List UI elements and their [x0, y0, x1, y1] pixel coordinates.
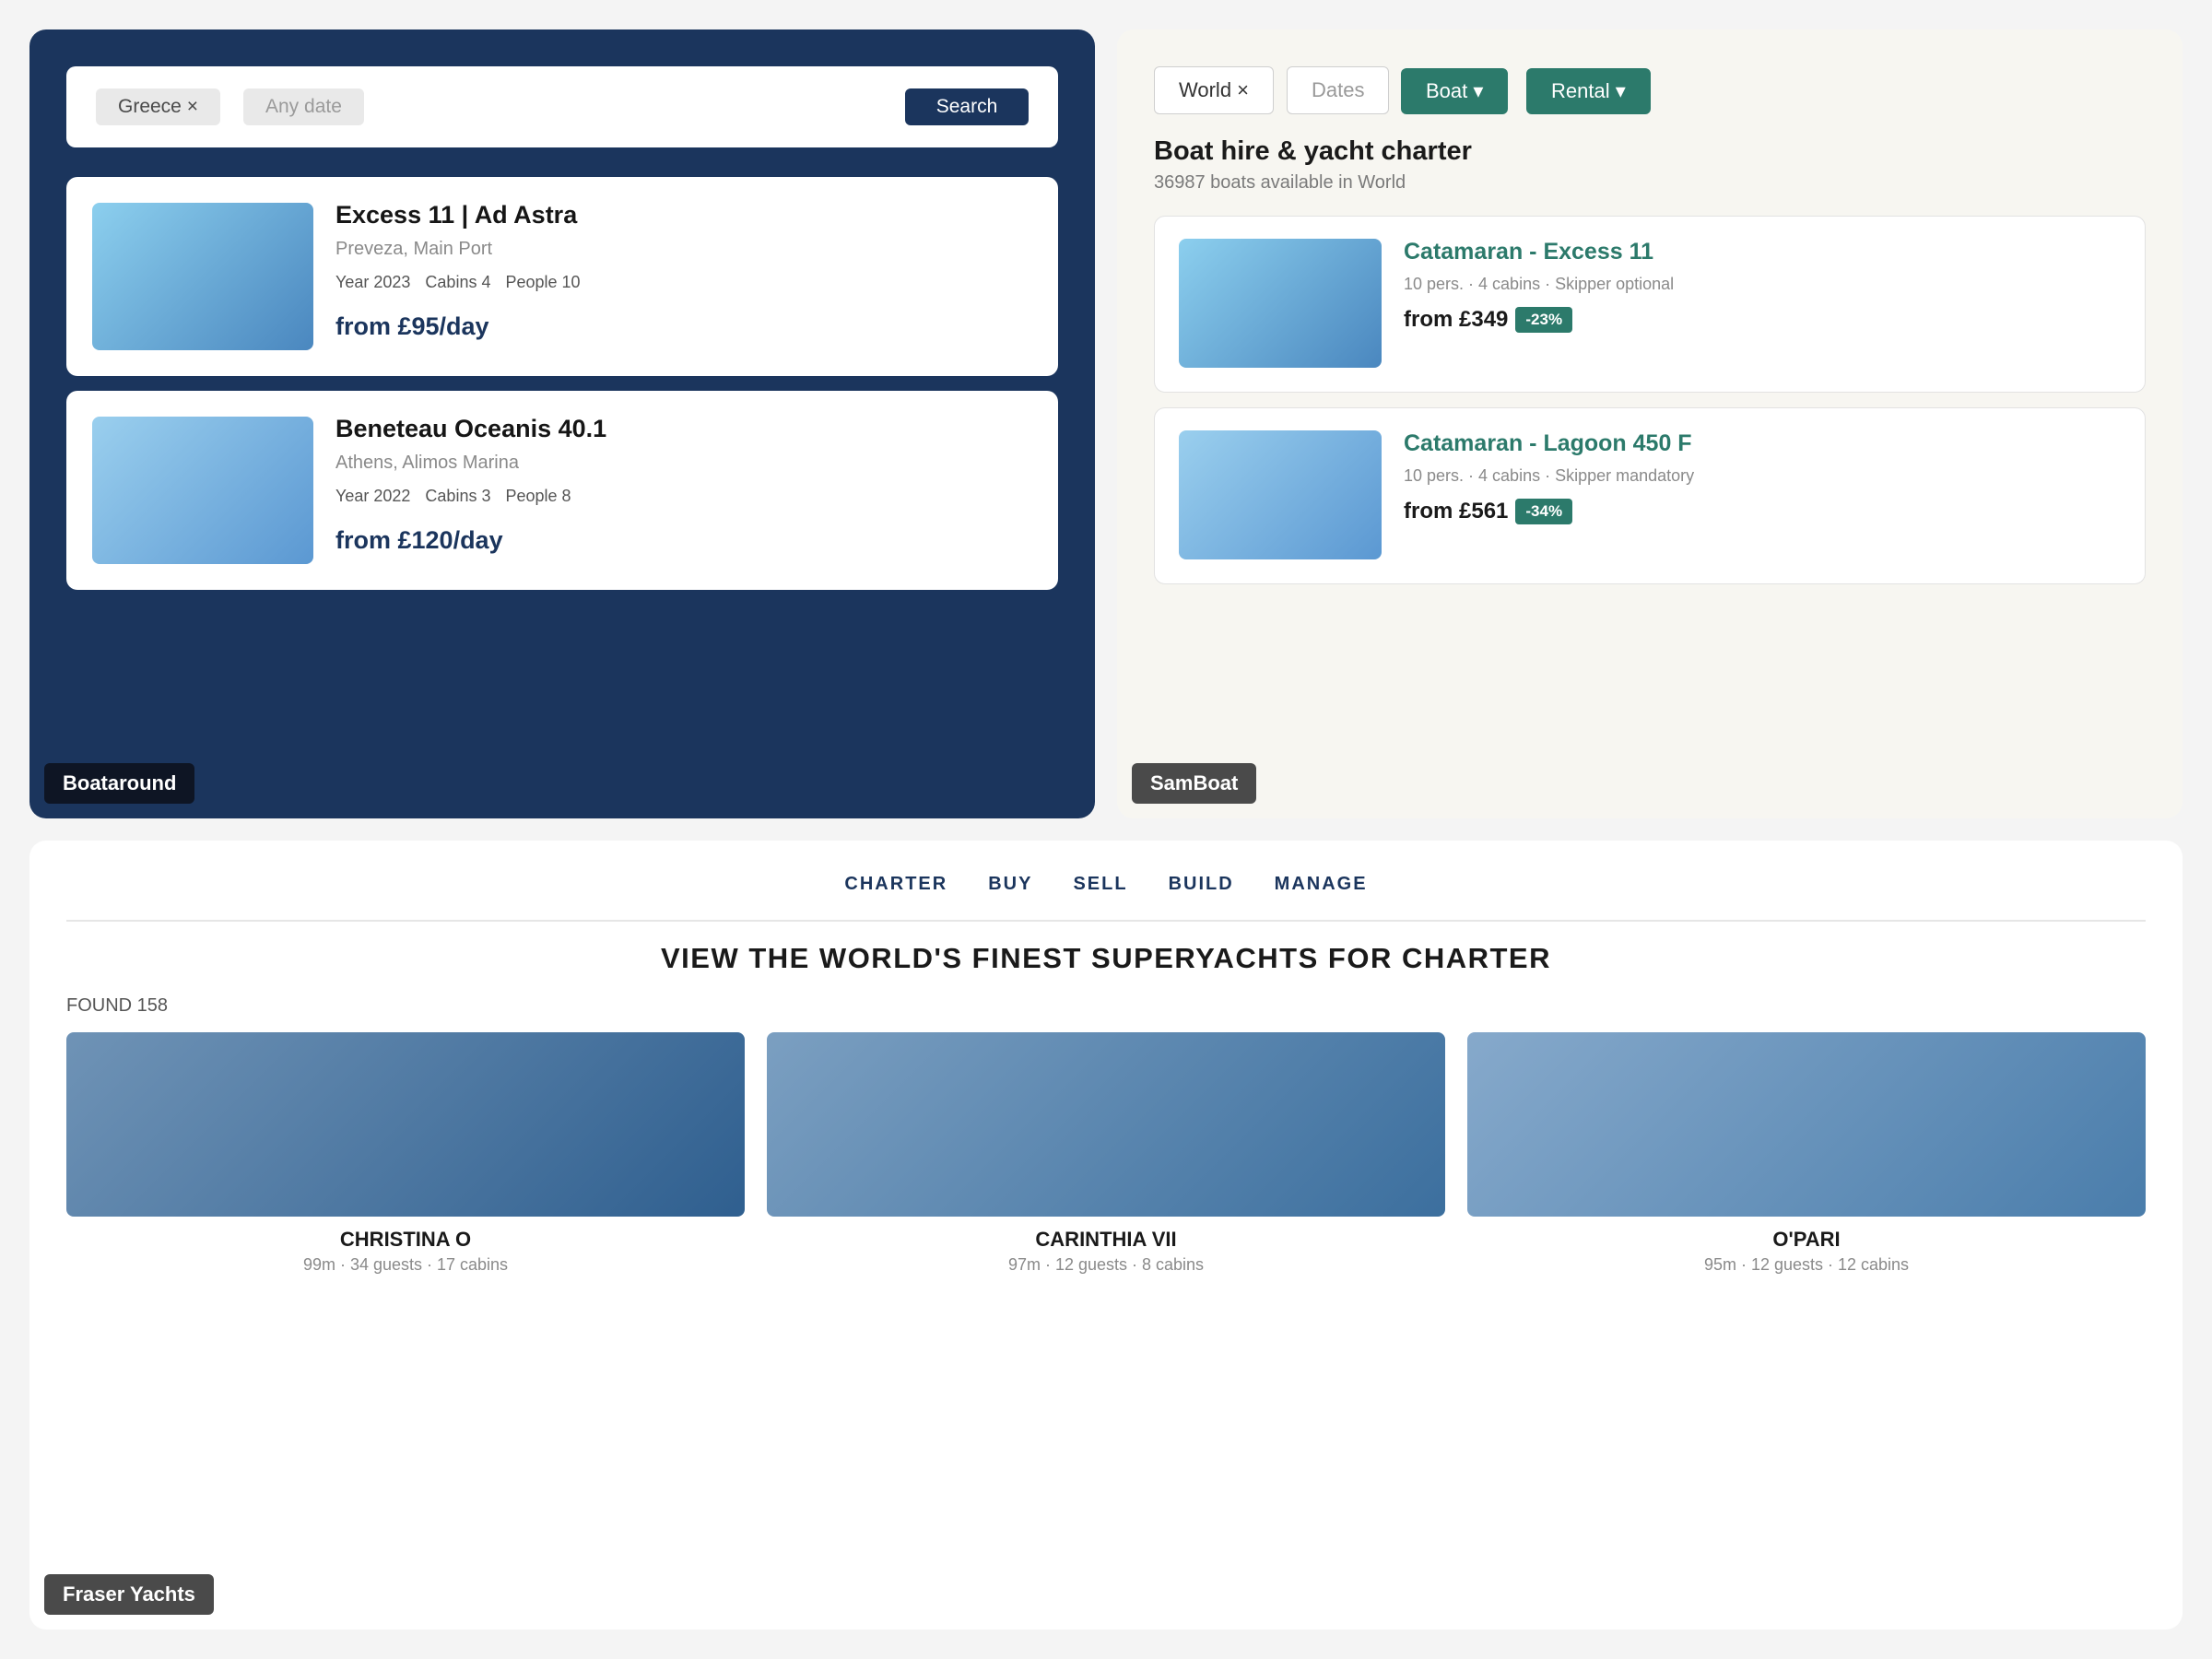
listing-title[interactable]: Catamaran - Lagoon 450 F — [1404, 430, 1694, 457]
main-nav: CHARTER BUY SELL BUILD MANAGE — [29, 874, 2183, 895]
page-title: VIEW THE WORLD'S FINEST SUPERYACHTS FOR … — [660, 942, 1551, 974]
spec-cabins: Cabins 4 — [425, 273, 491, 291]
brand-label: Boataround — [44, 763, 195, 804]
yacht-meta: 95m · 12 guests · 12 cabins — [1703, 1255, 1910, 1274]
listing-location: Preveza, Main Port — [335, 239, 493, 259]
date-field[interactable]: Any date — [243, 88, 364, 125]
brand-label: SamBoat — [1132, 763, 1257, 804]
listing-card[interactable]: Catamaran - Excess 11 10 pers. · 4 cabin… — [1154, 216, 2146, 393]
discount-badge: -34% — [1515, 499, 1573, 524]
spec-people: People 8 — [505, 487, 571, 505]
listing-meta: 10 pers. · 4 cabins · Skipper mandatory — [1404, 466, 1695, 485]
location-filter[interactable]: World × — [1154, 66, 1275, 114]
divider — [66, 920, 2146, 922]
rental-type-dropdown[interactable]: Rental ▾ — [1526, 68, 1651, 114]
yacht-card[interactable]: O'PARI 95m · 12 guests · 12 cabins — [1467, 1032, 2146, 1275]
listing-specs: Year 2023 Cabins 4 People 10 — [335, 273, 595, 292]
yacht-photo[interactable] — [66, 1032, 745, 1217]
listing-card[interactable]: Excess 11 | Ad Astra Preveza, Main Port … — [66, 177, 1058, 376]
boat-type-dropdown[interactable]: Boat ▾ — [1401, 68, 1509, 114]
listing-card[interactable]: Catamaran - Lagoon 450 F 10 pers. · 4 ca… — [1154, 407, 2146, 584]
spec-cabins: Cabins 3 — [425, 487, 491, 505]
boat-photo[interactable] — [1179, 430, 1382, 559]
listing-price: from £120/day — [335, 526, 503, 554]
yacht-name[interactable]: O'PARI — [1467, 1228, 2146, 1252]
boat-photo[interactable] — [92, 417, 313, 564]
listing-title[interactable]: Catamaran - Excess 11 — [1404, 239, 1674, 265]
listing-title[interactable]: Excess 11 | Ad Astra — [335, 201, 595, 229]
listing-price: from £561 — [1404, 499, 1509, 524]
listing-location: Athens, Alimos Marina — [335, 453, 519, 473]
nav-sell[interactable]: SELL — [1073, 874, 1127, 894]
location-chip[interactable]: Greece × — [96, 88, 220, 125]
yacht-photo[interactable] — [767, 1032, 1445, 1217]
listing-title[interactable]: Beneteau Oceanis 40.1 — [335, 415, 606, 443]
listing-price: from £349 — [1404, 307, 1509, 332]
search-button[interactable]: Search — [905, 88, 1029, 125]
listing-price: from £95/day — [335, 312, 489, 340]
nav-charter[interactable]: CHARTER — [844, 874, 947, 894]
spec-people: People 10 — [505, 273, 581, 291]
fraser-panel: CHARTER BUY SELL BUILD MANAGE VIEW THE WORLD… — [29, 841, 2183, 1630]
nav-manage[interactable]: MANAGE — [1275, 874, 1368, 894]
nav-buy[interactable]: BUY — [988, 874, 1032, 894]
listing-card[interactable]: Beneteau Oceanis 40.1 Athens, Alimos Mar… — [66, 391, 1058, 590]
dates-filter[interactable]: Dates — [1287, 66, 1390, 114]
results-count: 36987 boats available in World — [1154, 172, 1406, 193]
yacht-meta: 97m · 12 guests · 8 cabins — [1007, 1255, 1205, 1274]
results-count: FOUND 158 — [66, 995, 169, 1016]
listing-specs: Year 2022 Cabins 3 People 8 — [335, 487, 606, 506]
yacht-meta: 99m · 34 guests · 17 cabins — [302, 1255, 509, 1274]
nav-build[interactable]: BUILD — [1169, 874, 1234, 894]
yacht-card[interactable]: CARINTHIA VII 97m · 12 guests · 8 cabins — [767, 1032, 1445, 1275]
boat-photo[interactable] — [1179, 239, 1382, 368]
boat-photo[interactable] — [92, 203, 313, 350]
boataround-panel: Greece × Any date Search Excess 11 | Ad … — [29, 29, 1095, 818]
discount-badge: -23% — [1515, 307, 1573, 333]
search-bar: Greece × Any date Search — [66, 66, 1058, 147]
samboat-panel: World × Dates Boat ▾ Rental ▾ Boat hire … — [1117, 29, 2183, 818]
yacht-card[interactable]: CHRISTINA O 99m · 34 guests · 17 cabins — [66, 1032, 745, 1275]
yacht-name[interactable]: CARINTHIA VII — [767, 1228, 1445, 1252]
spec-year: Year 2023 — [335, 273, 411, 291]
brand-label: Fraser Yachts — [44, 1574, 214, 1615]
page-title: Boat hire & yacht charter — [1154, 136, 1472, 166]
yacht-photo[interactable] — [1467, 1032, 2146, 1217]
listing-meta: 10 pers. · 4 cabins · Skipper optional — [1404, 275, 1675, 293]
spec-year: Year 2022 — [335, 487, 411, 505]
yacht-name[interactable]: CHRISTINA O — [66, 1228, 745, 1252]
